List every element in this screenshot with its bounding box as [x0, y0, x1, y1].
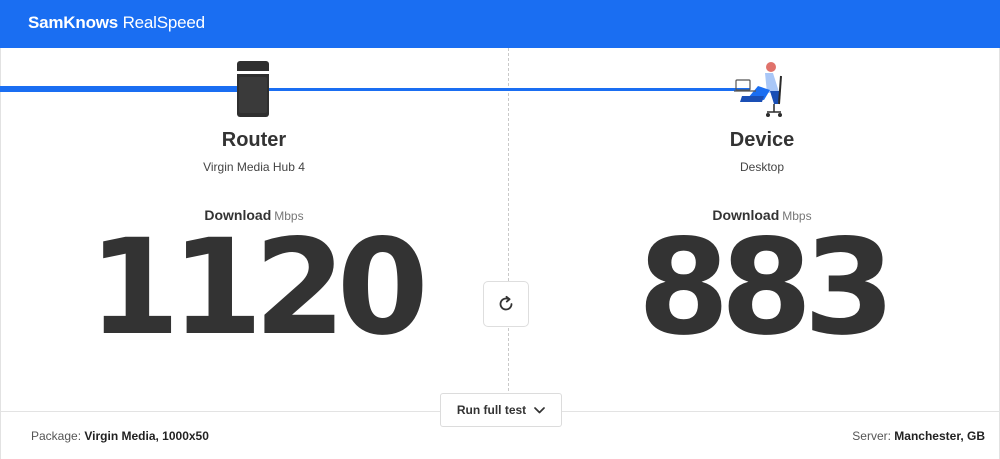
connection-line-incoming [0, 86, 240, 92]
server-value: Manchester, GB [894, 429, 985, 443]
router-title: Router [221, 129, 287, 151]
run-full-test-button[interactable]: Run full test [440, 393, 562, 427]
router-download-value: 1120 [88, 211, 428, 365]
package-value: Virgin Media, 1000x50 [84, 429, 209, 443]
router-icon [237, 61, 269, 117]
refresh-icon [499, 295, 513, 311]
brand-product: RealSpeed [122, 13, 206, 32]
brand-name: SamKnows [28, 13, 119, 32]
refresh-button[interactable] [483, 281, 529, 327]
device-type: Desktop [739, 160, 785, 174]
person-at-desk-icon [734, 62, 782, 117]
package-label: Package: [31, 429, 82, 443]
package-info: Package: Virgin Media, 1000x50 [31, 429, 209, 443]
connection-line-router-device [262, 88, 750, 91]
app-logo: SamKnows RealSpeed [28, 13, 205, 33]
router-model: Virgin Media Hub 4 [203, 160, 305, 174]
device-download-value: 883 [637, 211, 896, 365]
run-full-test-label: Run full test [456, 403, 527, 417]
server-label: Server: [852, 429, 891, 443]
chevron-down-icon [534, 406, 546, 413]
server-info: Server: Manchester, GB [852, 429, 985, 443]
device-title: Device [729, 129, 795, 151]
app-header: SamKnows RealSpeed [0, 0, 1000, 48]
center-divider [508, 48, 509, 391]
